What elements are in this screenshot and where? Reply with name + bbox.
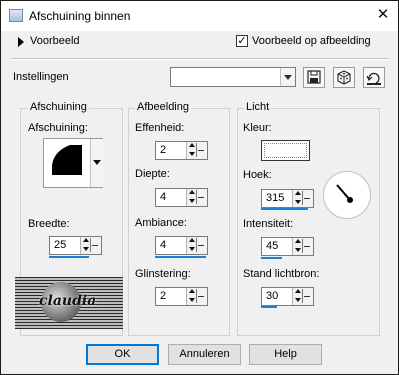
depth-spinner[interactable]: 4 — [155, 188, 208, 207]
light-angle-slider[interactable] — [261, 208, 308, 210]
chevron-down-icon[interactable] — [90, 139, 103, 187]
shininess-value: 2 — [160, 290, 167, 302]
spinner-buttons[interactable] — [80, 237, 101, 254]
bevel-width-slider[interactable] — [49, 256, 89, 258]
light-elevation-label: Stand lichtbron: — [243, 268, 320, 280]
light-angle-dial[interactable] — [323, 171, 371, 219]
floppy-disk-icon — [307, 70, 321, 84]
randomize-button[interactable] — [333, 67, 355, 88]
close-button[interactable]: ✕ — [372, 5, 394, 25]
smoothness-label: Effenheid: — [135, 122, 185, 134]
spinner-buttons[interactable] — [186, 288, 207, 305]
window-title: Afschuining binnen — [29, 9, 131, 23]
watermark-text: claudia — [39, 293, 97, 309]
reset-arrow-icon — [366, 72, 381, 85]
dice-icon — [337, 70, 351, 85]
presets-dropdown[interactable] — [170, 67, 296, 87]
light-elevation-slider[interactable] — [261, 306, 277, 308]
claudia-watermark-logo: claudia — [15, 277, 123, 329]
arrow-up-icon[interactable] — [189, 238, 195, 242]
bevel-width-label: Breedte: — [28, 218, 70, 230]
arrow-up-icon[interactable] — [189, 143, 195, 147]
spinner-buttons[interactable] — [186, 142, 207, 159]
save-preset-button[interactable] — [303, 67, 325, 88]
light-angle-spinner[interactable]: 315 — [261, 189, 314, 208]
smoothness-spinner[interactable]: 2 — [155, 141, 208, 160]
arrow-down-icon[interactable] — [83, 247, 89, 251]
chevron-down-icon[interactable] — [280, 68, 295, 86]
bevel-width-spinner[interactable]: 25 — [49, 236, 102, 255]
preview-on-image-label[interactable]: Voorbeeld op afbeelding — [252, 35, 371, 47]
light-angle-label: Hoek: — [243, 169, 272, 181]
arrow-down-icon[interactable] — [295, 200, 301, 204]
spinner-buttons[interactable] — [292, 238, 313, 255]
light-color-swatch[interactable] — [261, 140, 310, 161]
spinner-buttons[interactable] — [292, 288, 313, 305]
light-elevation-spinner[interactable]: 30 — [261, 287, 314, 306]
title-bar[interactable]: Afschuining binnen ✕ — [1, 1, 398, 31]
light-elevation-value: 30 — [266, 290, 279, 302]
app-icon — [9, 9, 23, 22]
color-swatch-inner — [264, 143, 307, 158]
preview-toggle-label[interactable]: Voorbeeld — [30, 35, 80, 47]
arrow-up-icon[interactable] — [83, 238, 89, 242]
depth-value: 4 — [160, 191, 167, 203]
bevel-shape-label: Afschuining: — [28, 122, 88, 134]
light-color-label: Kleur: — [243, 122, 272, 134]
arrow-down-icon[interactable] — [295, 248, 301, 252]
arrow-up-icon[interactable] — [295, 239, 301, 243]
spinner-buttons[interactable] — [186, 189, 207, 206]
arrow-up-icon[interactable] — [189, 289, 195, 293]
bevel-width-value: 25 — [54, 239, 67, 251]
cancel-button[interactable]: Annuleren — [168, 344, 241, 365]
spinner-buttons[interactable] — [292, 190, 313, 207]
arrow-down-icon[interactable] — [189, 199, 195, 203]
arrow-up-icon[interactable] — [295, 289, 301, 293]
separator — [11, 58, 389, 60]
bevel-shape-preview-icon — [52, 145, 82, 175]
bevel-group-title: Afschuining — [28, 101, 89, 113]
angle-needle-icon — [336, 184, 353, 203]
presets-label: Instellingen — [13, 71, 69, 83]
light-intensity-value: 45 — [266, 240, 279, 252]
arrow-down-icon[interactable] — [189, 247, 195, 251]
depth-label: Diepte: — [135, 168, 170, 180]
ambience-slider[interactable] — [155, 256, 206, 258]
light-intensity-spinner[interactable]: 45 — [261, 237, 314, 256]
arrow-down-icon[interactable] — [295, 298, 301, 302]
smoothness-value: 2 — [160, 144, 167, 156]
help-button[interactable]: Help — [249, 344, 322, 365]
arrow-down-icon[interactable] — [189, 152, 195, 156]
arrow-up-icon[interactable] — [189, 190, 195, 194]
bevel-shape-picker[interactable] — [43, 138, 103, 188]
light-intensity-slider[interactable] — [261, 257, 282, 259]
reset-button[interactable] — [363, 67, 385, 88]
ambience-spinner[interactable]: 4 — [155, 236, 208, 255]
arrow-up-icon[interactable] — [295, 191, 301, 195]
shininess-spinner[interactable]: 2 — [155, 287, 208, 306]
light-angle-value: 315 — [266, 192, 285, 204]
shininess-label: Glinstering: — [135, 268, 191, 280]
preview-on-image-checkbox[interactable]: ✓ — [236, 35, 248, 47]
expand-preview-icon[interactable] — [18, 37, 24, 47]
ambience-value: 4 — [160, 239, 167, 251]
image-group-title: Afbeelding — [135, 101, 191, 113]
dialog-window: Afschuining binnen ✕ Voorbeeld ✓ Voorbee… — [0, 0, 399, 375]
arrow-down-icon[interactable] — [189, 298, 195, 302]
light-group-title: Licht — [244, 101, 272, 113]
light-intensity-label: Intensiteit: — [243, 218, 294, 230]
spinner-buttons[interactable] — [186, 237, 207, 254]
ambience-label: Ambiance: — [135, 217, 187, 229]
ok-button[interactable]: OK — [86, 344, 159, 365]
